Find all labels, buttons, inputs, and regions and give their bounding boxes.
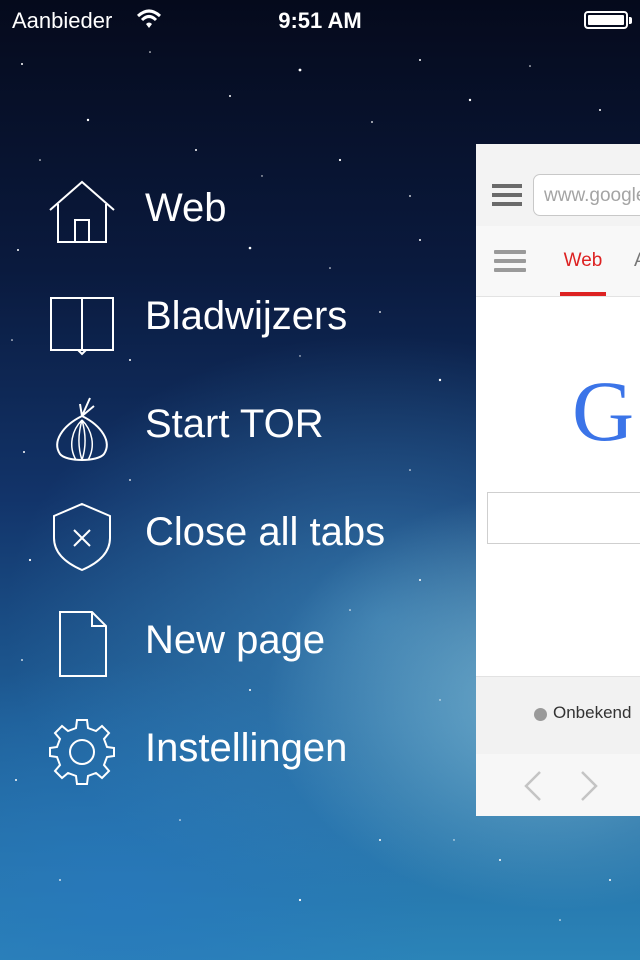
hamburger-menu-icon[interactable]: [492, 184, 522, 206]
search-input[interactable]: [487, 492, 640, 544]
hamburger-menu-icon[interactable]: [494, 250, 526, 272]
shield-close-icon: [46, 500, 118, 572]
book-icon: [46, 284, 118, 356]
forward-arrow-icon[interactable]: [578, 770, 600, 802]
google-tabs-bar: Web A: [476, 226, 640, 297]
menu-item-bookmarks[interactable]: Bladwijzers: [0, 266, 470, 374]
menu-item-start-tor[interactable]: Start TOR: [0, 374, 470, 482]
side-menu: Web Bladwijzers Start TOR Close all tabs…: [0, 158, 470, 806]
battery-icon: [584, 11, 632, 29]
menu-item-label: Web: [145, 186, 227, 230]
menu-item-label: Instellingen: [145, 726, 348, 770]
onion-icon: [46, 392, 118, 464]
location-dot-icon: [534, 708, 547, 721]
menu-item-new-page[interactable]: New page: [0, 590, 470, 698]
browser-preview-panel[interactable]: www.google Web A G Onbekend: [476, 144, 640, 816]
back-arrow-icon[interactable]: [522, 770, 544, 802]
status-bar: Aanbieder 9:51 AM: [0, 0, 640, 40]
google-logo: G: [572, 363, 635, 459]
tab-next[interactable]: A: [634, 250, 640, 272]
menu-item-label: Start TOR: [145, 402, 324, 446]
tab-web[interactable]: Web: [560, 250, 606, 296]
menu-item-label: New page: [145, 618, 326, 662]
browser-nav-bar: [476, 754, 640, 816]
url-field[interactable]: www.google: [533, 174, 640, 216]
menu-item-settings[interactable]: Instellingen: [0, 698, 470, 806]
menu-item-label: Bladwijzers: [145, 294, 348, 338]
status-time: 9:51 AM: [278, 8, 362, 33]
home-icon: [46, 176, 118, 248]
location-text: Onbekend: [553, 703, 632, 722]
gear-icon: [46, 716, 118, 788]
menu-item-web[interactable]: Web: [0, 158, 470, 266]
document-icon: [46, 608, 118, 680]
location-footer: Onbekend: [476, 676, 640, 755]
menu-item-label: Close all tabs: [145, 510, 386, 554]
menu-item-close-all-tabs[interactable]: Close all tabs: [0, 482, 470, 590]
